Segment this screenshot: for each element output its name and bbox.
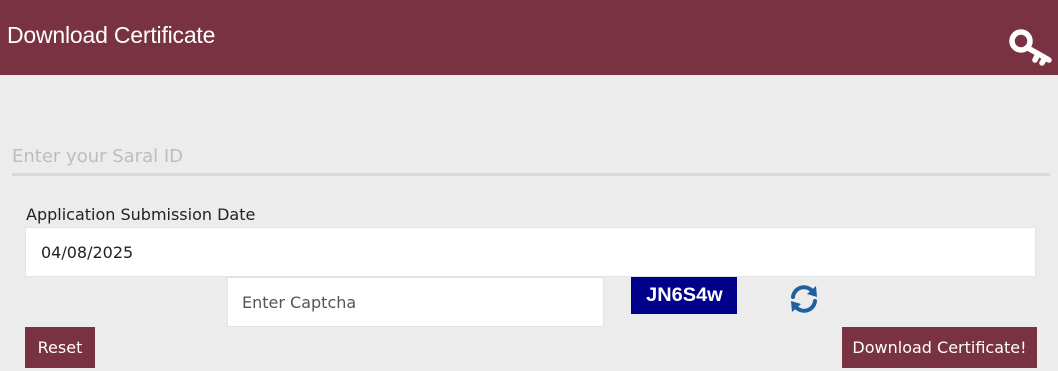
submission-date-input[interactable] <box>25 227 1036 277</box>
submission-date-label: Application Submission Date <box>26 205 256 224</box>
captcha-text: JN6S4w <box>645 284 723 306</box>
captcha-input[interactable] <box>227 277 604 327</box>
download-certificate-button[interactable]: Download Certificate! <box>842 327 1037 368</box>
saral-id-field <box>12 132 1050 176</box>
key-icon <box>1009 29 1052 66</box>
saral-id-input[interactable] <box>12 132 1050 173</box>
refresh-icon[interactable] <box>787 282 821 316</box>
page-title: Download Certificate <box>7 22 216 48</box>
reset-button[interactable]: Reset <box>25 327 95 368</box>
captcha-image: JN6S4w <box>631 277 737 314</box>
page-header: Download Certificate <box>0 0 1058 75</box>
